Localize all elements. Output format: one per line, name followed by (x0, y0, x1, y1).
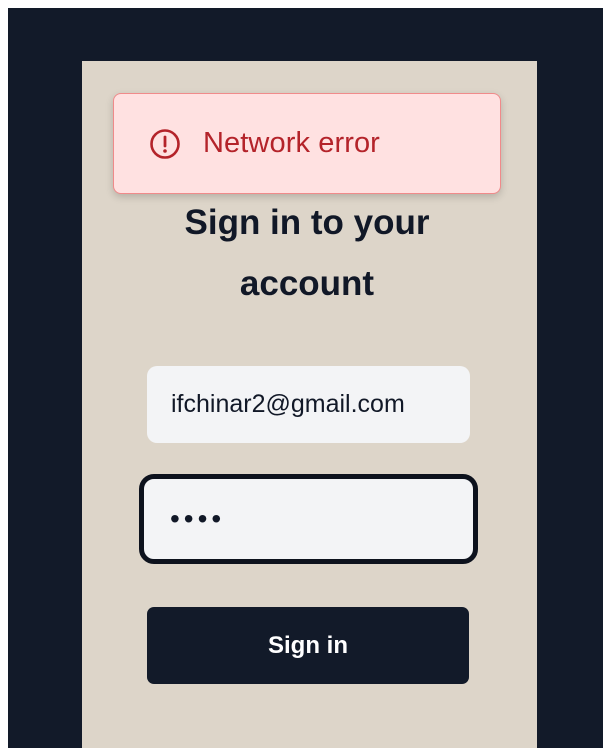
alert-circle-icon (149, 128, 181, 160)
error-toast: Network error (113, 93, 501, 194)
sign-in-button[interactable]: Sign in (147, 607, 469, 684)
error-message: Network error (203, 127, 380, 159)
password-field[interactable] (139, 474, 478, 564)
email-field[interactable] (147, 366, 470, 443)
page-title: Sign in to your account (184, 203, 430, 303)
